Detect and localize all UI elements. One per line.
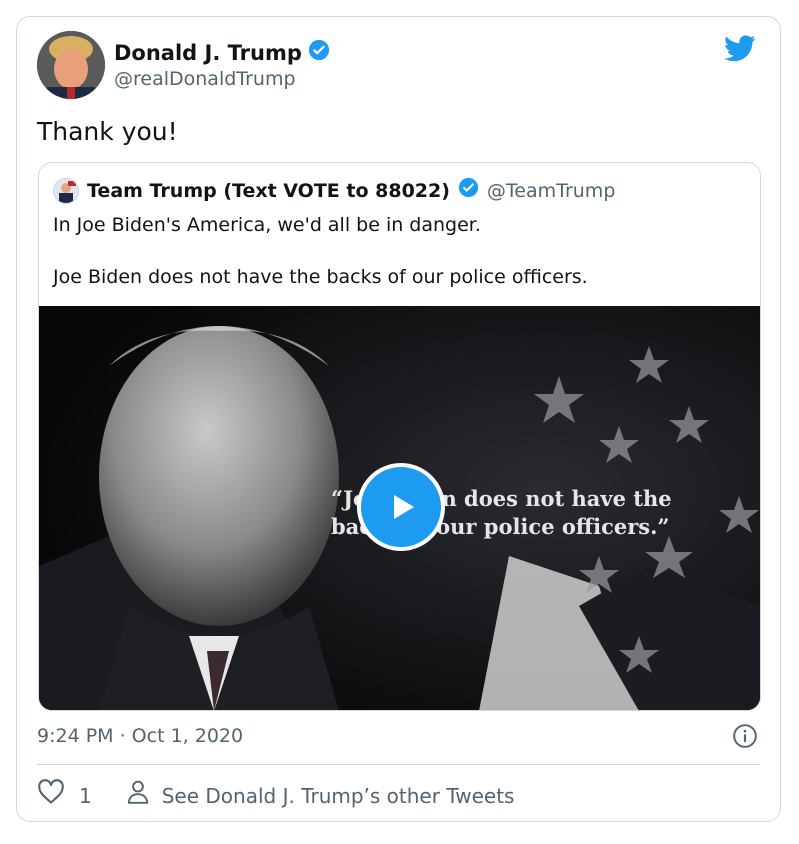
- tweet-timestamp[interactable]: 9:24 PM · Oct 1, 2020: [37, 724, 243, 748]
- author-name[interactable]: Donald J. Trump: [114, 39, 330, 66]
- tweet-text: Thank you!: [37, 117, 178, 146]
- info-icon[interactable]: [732, 723, 758, 753]
- quoted-author-avatar: [53, 177, 79, 204]
- other-tweets-link[interactable]: See Donald J. Trump’s other Tweets: [126, 779, 515, 812]
- like-count: 1: [79, 783, 92, 808]
- heart-icon: [37, 779, 65, 812]
- like-button[interactable]: 1: [37, 779, 92, 812]
- quoted-tweet-line1: In Joe Biden's America, we'd all be in d…: [53, 214, 481, 236]
- quoted-tweet[interactable]: Team Trump (Text VOTE to 88022) @TeamTru…: [38, 162, 761, 711]
- tweet-actions: 1 See Donald J. Trump’s other Tweets: [37, 779, 514, 812]
- author-handle[interactable]: @realDonaldTrump: [114, 67, 296, 91]
- person-icon: [126, 779, 150, 812]
- author-avatar[interactable]: [37, 31, 105, 99]
- quoted-author-name: Team Trump (Text VOTE to 88022): [87, 179, 450, 202]
- verified-badge-icon: [308, 39, 330, 66]
- verified-badge-icon: [458, 177, 479, 204]
- quoted-tweet-line2: Joe Biden does not have the backs of our…: [53, 266, 588, 288]
- tweet-card: Donald J. Trump @realDonaldTrump Thank y…: [16, 16, 781, 822]
- divider: [37, 764, 760, 765]
- author-name-text: Donald J. Trump: [114, 40, 302, 65]
- video-thumbnail[interactable]: “Joe Biden does not have the backs of ou…: [39, 306, 760, 710]
- twitter-bird-icon[interactable]: [724, 35, 756, 66]
- other-tweets-label: See Donald J. Trump’s other Tweets: [161, 783, 515, 808]
- play-icon: [381, 487, 421, 527]
- play-button[interactable]: [357, 463, 445, 551]
- quoted-tweet-header: Team Trump (Text VOTE to 88022) @TeamTru…: [53, 177, 615, 204]
- quoted-author-handle: @TeamTrump: [486, 179, 616, 202]
